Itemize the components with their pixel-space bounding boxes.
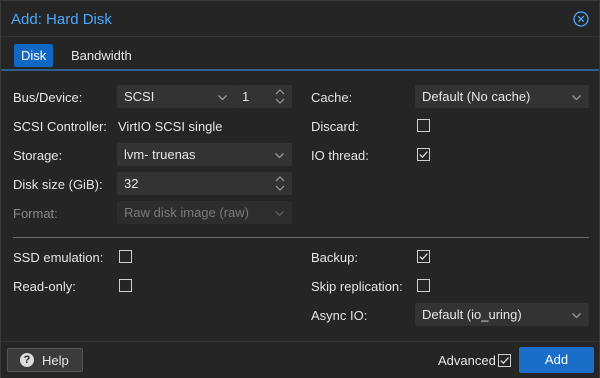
storage-select[interactable]: lvm- truenas xyxy=(117,143,292,166)
chevron-down-icon xyxy=(571,91,582,102)
discard-label: Discard: xyxy=(311,119,359,134)
scsi-controller-label: SCSI Controller: xyxy=(13,119,107,134)
storage-label: Storage: xyxy=(13,148,63,163)
dialog-titlebar: Add: Hard Disk xyxy=(1,1,599,37)
checkmark-icon xyxy=(419,151,428,159)
cache-select[interactable]: Default (No cache) xyxy=(415,85,589,108)
advanced-separator xyxy=(13,237,589,238)
checkmark-icon xyxy=(500,357,509,365)
disk-size-label: Disk size (GiB): xyxy=(13,177,103,192)
advanced-label: Advanced xyxy=(438,353,496,368)
disk-size-stepper[interactable]: 32 xyxy=(117,172,292,195)
format-select: Raw disk image (raw) xyxy=(117,201,292,224)
storage-value-prefix: lvm- xyxy=(124,147,149,162)
cache-value: Default (No cache) xyxy=(422,89,531,104)
format-value: Raw disk image (raw) xyxy=(124,205,249,220)
spinner-arrows-icon[interactable] xyxy=(274,87,286,106)
close-icon[interactable] xyxy=(573,11,589,27)
disk-panel: Bus/Device: SCSI 1 SCSI Controller: Virt… xyxy=(1,71,599,343)
help-button-label: Help xyxy=(42,353,69,368)
add-button[interactable]: Add xyxy=(519,347,594,373)
question-circle-icon: ? xyxy=(20,353,34,367)
async-io-select[interactable]: Default (io_uring) xyxy=(415,303,589,326)
chevron-down-icon xyxy=(274,207,285,218)
chevron-down-icon xyxy=(217,91,228,102)
async-io-value: Default (io_uring) xyxy=(422,307,522,322)
bus-select[interactable]: SCSI xyxy=(117,85,235,108)
dialog-footer: ? Help Advanced Add xyxy=(1,341,599,378)
backup-checkbox[interactable] xyxy=(417,250,430,263)
backup-label: Backup: xyxy=(311,250,358,265)
tab-bar: Disk Bandwidth xyxy=(1,38,599,70)
advanced-checkbox[interactable] xyxy=(498,354,511,367)
ssd-emulation-checkbox[interactable] xyxy=(119,250,132,263)
io-thread-checkbox[interactable] xyxy=(417,148,430,161)
read-only-checkbox[interactable] xyxy=(119,279,132,292)
ssd-emulation-label: SSD emulation: xyxy=(13,250,104,265)
add-hard-disk-dialog: Add: Hard Disk Disk Bandwidth Bus/Device… xyxy=(0,0,600,378)
skip-replication-checkbox[interactable] xyxy=(417,279,430,292)
cache-label: Cache: xyxy=(311,90,353,105)
device-number-stepper[interactable]: 1 xyxy=(235,85,292,108)
io-thread-label: IO thread: xyxy=(311,148,369,163)
chevron-down-icon xyxy=(571,309,582,320)
tab-disk[interactable]: Disk xyxy=(14,44,54,67)
storage-value-name: truenas xyxy=(152,147,196,162)
tab-bandwidth[interactable]: Bandwidth xyxy=(64,44,139,67)
chevron-down-icon xyxy=(274,149,285,160)
bus-device-label: Bus/Device: xyxy=(13,90,83,105)
device-value: 1 xyxy=(242,89,250,104)
discard-checkbox[interactable] xyxy=(417,119,430,132)
checkmark-icon xyxy=(419,253,428,261)
format-label: Format: xyxy=(13,206,58,221)
spinner-arrows-icon[interactable] xyxy=(274,174,286,193)
help-button[interactable]: ? Help xyxy=(7,348,83,372)
skip-replication-label: Skip replication: xyxy=(311,279,403,294)
async-io-label: Async IO: xyxy=(311,308,368,323)
scsi-controller-value: VirtIO SCSI single xyxy=(118,119,223,134)
disk-size-value: 32 xyxy=(124,176,139,191)
bus-value: SCSI xyxy=(124,89,155,104)
storage-value: lvm- truenas xyxy=(124,147,196,162)
read-only-label: Read-only: xyxy=(13,279,76,294)
dialog-title: Add: Hard Disk xyxy=(11,11,112,28)
